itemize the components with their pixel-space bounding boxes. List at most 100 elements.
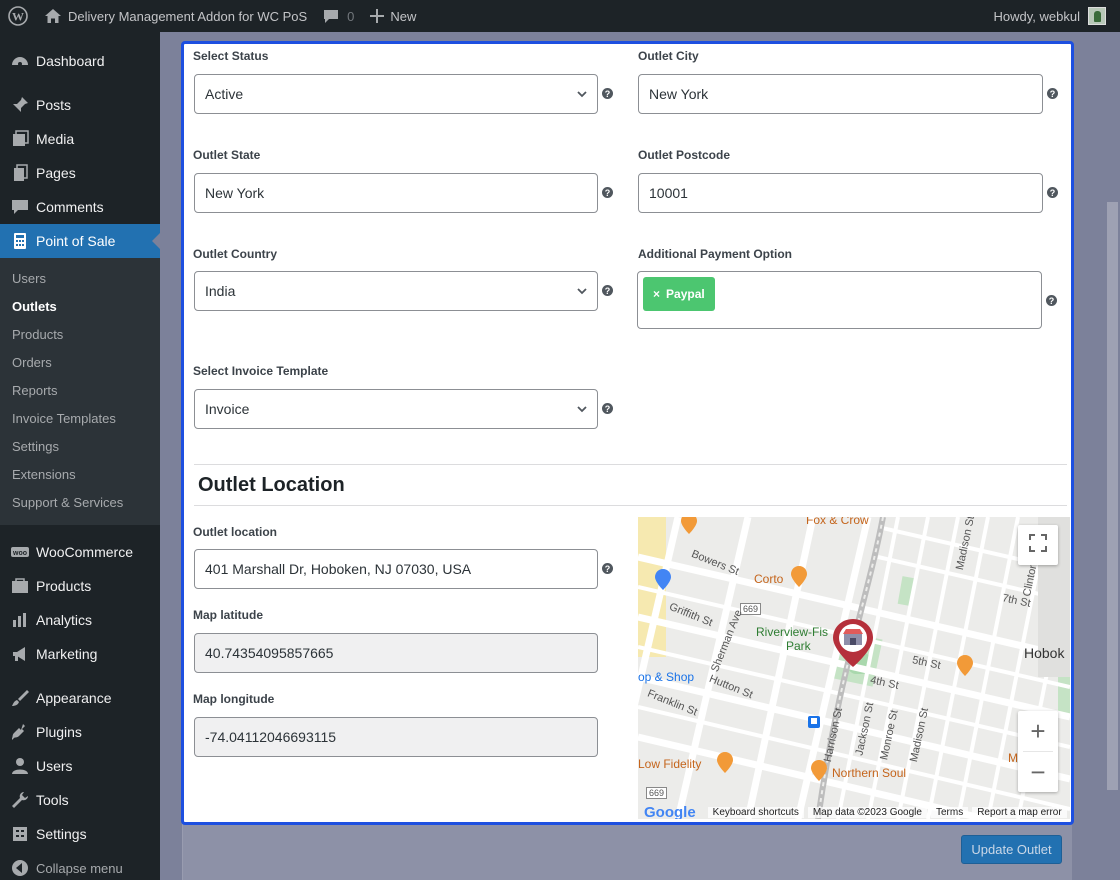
submenu-products[interactable]: Products (0, 321, 160, 349)
help-icon[interactable]: ? (602, 88, 613, 99)
menu-dashboard[interactable]: Dashboard (0, 44, 160, 78)
tag-remove-icon[interactable]: × (653, 287, 660, 301)
chevron-down-icon (576, 284, 588, 298)
collapse-menu-button[interactable]: Collapse menu (0, 851, 160, 880)
menu-settings[interactable]: Settings (0, 817, 160, 851)
map-poi-riverview[interactable]: Riverview-Fis (756, 625, 828, 639)
menu-woocommerce[interactable]: woo WooCommerce (0, 535, 160, 569)
outlet-form-card: Select Status Active ? Outlet City New Y… (181, 41, 1074, 825)
invoice-template-select[interactable]: Invoice (194, 389, 598, 429)
country-select[interactable]: India (194, 271, 598, 311)
invoice-label: Select Invoice Template (193, 364, 329, 378)
report-error-link[interactable]: Report a map error (972, 806, 1067, 818)
menu-plugins[interactable]: Plugins (0, 715, 160, 749)
menu-marketing[interactable]: Marketing (0, 637, 160, 671)
map-poi-low-fidelity[interactable]: Low Fidelity (638, 757, 701, 771)
menu-label: Point of Sale (36, 233, 116, 249)
status-label: Select Status (193, 49, 269, 63)
menu-label: Settings (36, 826, 87, 842)
address-field[interactable]: 401 Marshall Dr, Hoboken, NJ 07030, USA (194, 549, 598, 589)
outlet-map[interactable]: Fox & Crow Bowers St Corto Griffith St 6… (638, 517, 1070, 819)
keyboard-shortcuts-link[interactable]: Keyboard shortcuts (707, 806, 804, 818)
submenu-outlets[interactable]: Outlets (0, 293, 160, 321)
state-value: New York (205, 185, 265, 201)
admin-bar: W Delivery Management Addon for WC PoS 0… (0, 0, 1120, 32)
menu-users[interactable]: Users (0, 749, 160, 783)
site-name: Delivery Management Addon for WC PoS (68, 8, 308, 24)
my-account-link[interactable]: Howdy, webkul (994, 0, 1120, 32)
menu-media[interactable]: Media (0, 122, 160, 156)
postcode-field[interactable]: 10001 (638, 173, 1043, 213)
map-data-label: Map data ©2023 Google (807, 806, 927, 818)
settings-icon (10, 824, 30, 844)
latitude-value: 40.74354095857665 (205, 645, 334, 661)
terms-link[interactable]: Terms (930, 806, 969, 818)
greeting: Howdy, webkul (993, 8, 1080, 24)
menu-products[interactable]: Products (0, 569, 160, 603)
menu-label: Pages (36, 165, 76, 181)
map-poi-northern-soul[interactable]: Northern Soul (832, 766, 906, 780)
map-poi-corto[interactable]: Corto (754, 572, 783, 586)
status-select[interactable]: Active (194, 74, 598, 114)
scrollbar-thumb[interactable] (1107, 202, 1118, 790)
help-icon[interactable]: ? (1047, 187, 1058, 198)
payment-multiselect[interactable]: × Paypal (637, 271, 1042, 329)
site-name-link[interactable]: Delivery Management Addon for WC PoS (36, 0, 315, 32)
city-field[interactable]: New York (638, 74, 1043, 114)
collapse-icon (10, 858, 30, 878)
submenu-support[interactable]: Support & Services (0, 489, 160, 517)
help-icon[interactable]: ? (1047, 88, 1058, 99)
menu-appearance[interactable]: Appearance (0, 681, 160, 715)
status-value: Active (205, 86, 244, 102)
menu-posts[interactable]: Posts (0, 88, 160, 122)
avatar (1088, 7, 1106, 25)
menu-label: Analytics (36, 612, 93, 628)
address-label: Outlet location (193, 525, 277, 539)
menu-comments[interactable]: Comments (0, 190, 160, 224)
shopping-pin-icon[interactable] (654, 569, 672, 596)
submenu-users[interactable]: Users (0, 265, 160, 293)
submenu-invoice-templates[interactable]: Invoice Templates (0, 405, 160, 433)
fullscreen-button[interactable] (1018, 525, 1058, 565)
comments-link[interactable]: 0 (315, 0, 362, 32)
payment-tag[interactable]: × Paypal (643, 277, 715, 311)
map-poi-fox-crow[interactable]: Fox & Crow (806, 517, 869, 527)
longitude-field[interactable]: -74.04112046693115 (194, 717, 598, 757)
comments-count: 0 (347, 8, 355, 24)
menu-pages[interactable]: Pages (0, 156, 160, 190)
chevron-down-icon (576, 402, 588, 416)
products-icon (10, 576, 30, 596)
submenu-settings[interactable]: Settings (0, 433, 160, 461)
outlet-marker-icon[interactable] (831, 617, 875, 674)
restaurant-pin-icon[interactable] (956, 655, 974, 682)
transit-icon[interactable] (808, 715, 820, 733)
wordpress-logo-icon[interactable]: W (0, 0, 36, 32)
restaurant-pin-icon[interactable] (680, 517, 698, 540)
restaurant-pin-icon[interactable] (810, 760, 828, 787)
help-icon[interactable]: ? (602, 187, 613, 198)
submenu-reports[interactable]: Reports (0, 377, 160, 405)
help-icon[interactable]: ? (1046, 295, 1057, 306)
zoom-in-button[interactable]: + (1018, 711, 1058, 751)
submenu-extensions[interactable]: Extensions (0, 461, 160, 489)
menu-point-of-sale[interactable]: Point of Sale (0, 224, 160, 258)
megaphone-icon (10, 644, 30, 664)
menu-label: Users (36, 758, 73, 774)
new-content-link[interactable]: New (362, 0, 424, 32)
woo-icon: woo (10, 542, 30, 562)
latitude-field[interactable]: 40.74354095857665 (194, 633, 598, 673)
help-icon[interactable]: ? (602, 285, 613, 296)
menu-analytics[interactable]: Analytics (0, 603, 160, 637)
zoom-out-button[interactable]: − (1018, 752, 1058, 792)
help-icon[interactable]: ? (602, 563, 613, 574)
restaurant-pin-icon[interactable] (790, 566, 808, 593)
postcode-label: Outlet Postcode (638, 148, 731, 162)
update-outlet-button[interactable]: Update Outlet (961, 835, 1062, 864)
state-field[interactable]: New York (194, 173, 598, 213)
map-poi-stop-shop[interactable]: op & Shop (638, 670, 694, 684)
menu-tools[interactable]: Tools (0, 783, 160, 817)
submenu-orders[interactable]: Orders (0, 349, 160, 377)
bar-pin-icon[interactable] (716, 752, 734, 779)
help-icon[interactable]: ? (602, 403, 613, 414)
city-value: New York (649, 86, 709, 102)
